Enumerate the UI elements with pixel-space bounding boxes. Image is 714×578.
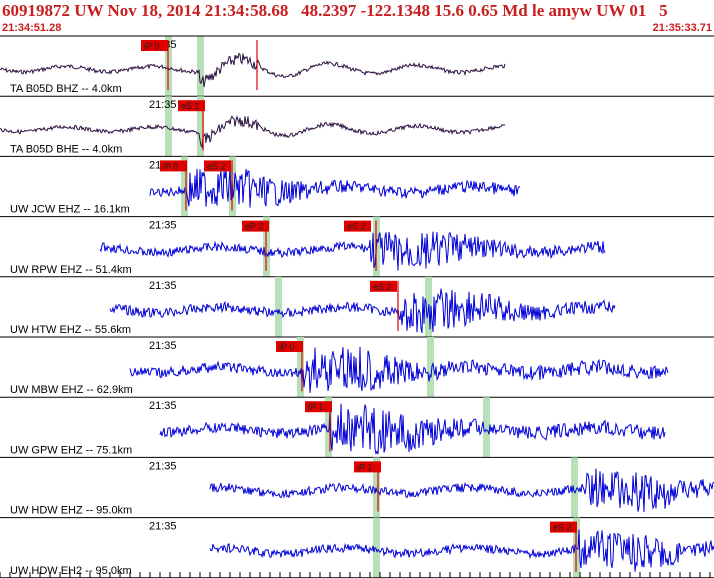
pick-label: iP 0: [279, 342, 294, 352]
station-label: TA B05D BHE -- 4.0km: [10, 143, 122, 155]
pick-label: eS 2: [347, 222, 366, 232]
time-tick-label: 21:35: [149, 521, 177, 533]
pick-label: eP 2: [245, 222, 263, 232]
pick-label: iP 1: [357, 462, 372, 472]
pick-window-band: [373, 517, 380, 578]
pick-window-band: [427, 337, 434, 398]
waveform-trace[interactable]: [159, 403, 666, 456]
station-label: UW RPW EHZ -- 51.4km: [10, 264, 132, 276]
waveform-trace[interactable]: [149, 167, 521, 208]
station-label: UW MBW EHZ -- 62.9km: [10, 384, 133, 396]
pick-label: iP 1: [308, 402, 323, 412]
station-label: UW JCW EHZ -- 16.1km: [10, 204, 130, 216]
station-label: UW HTW EHZ -- 55.6km: [10, 324, 131, 336]
pick-label: iP 0: [144, 41, 159, 51]
waveform-trace[interactable]: [129, 346, 669, 393]
seismogram-plot[interactable]: 21:35 TA B05D BHZ -- 4.0km iP 0 21:35 TA B05…: [0, 0, 714, 578]
pick-label: eS 1: [181, 101, 200, 111]
waveform-trace[interactable]: [109, 288, 616, 334]
station-label: UW GPW EHZ -- 75.1km: [10, 444, 132, 456]
waveform-trace[interactable]: [0, 52, 506, 88]
pick-window-band: [197, 36, 204, 97]
waveform-trace[interactable]: [209, 468, 714, 512]
station-label: TA B05D BHZ -- 4.0km: [10, 83, 122, 95]
time-tick-label: 21:35: [149, 220, 177, 232]
station-label: UW HDW EH2 -- 95.0km: [10, 565, 132, 577]
pick-label: eS 2: [373, 282, 392, 292]
pick-label: eS 2: [553, 523, 572, 533]
time-tick-label: 21:35: [149, 99, 177, 111]
waveform-trace[interactable]: [0, 115, 506, 149]
station-label: UW HDW EHZ -- 95.0km: [10, 505, 132, 517]
waveform-trace[interactable]: [99, 231, 606, 271]
time-tick-label: 21:35: [149, 340, 177, 352]
pick-label: eS 2: [207, 161, 226, 171]
pick-label: iP 0: [163, 161, 178, 171]
pick-window-band: [275, 276, 282, 337]
time-tick-label: 21:35: [149, 460, 177, 472]
waveform-trace[interactable]: [209, 529, 714, 572]
time-tick-label: 21:35: [149, 400, 177, 412]
time-tick-label: 21:35: [149, 280, 177, 292]
